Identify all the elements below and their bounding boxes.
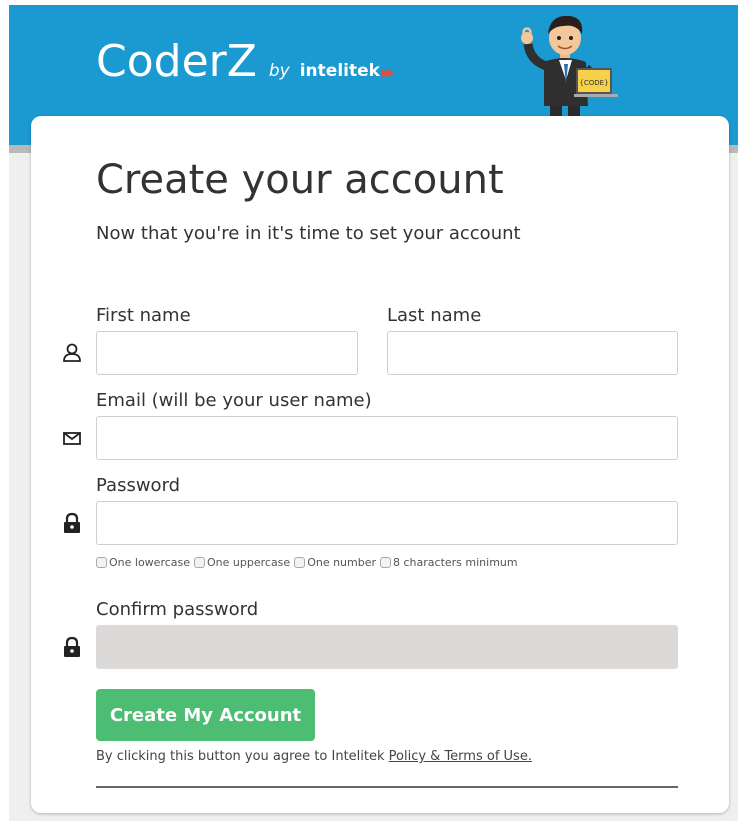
requirement-lowercase[interactable]: One lowercase: [96, 556, 190, 569]
requirement-uppercase[interactable]: One uppercase: [194, 556, 290, 569]
brand-logo: CoderZ by intelitek ▶▶: [96, 36, 395, 87]
requirement-number[interactable]: One number: [294, 556, 376, 569]
bottom-divider: [96, 786, 678, 788]
user-icon: [63, 343, 81, 362]
requirement-checkbox[interactable]: [96, 557, 107, 568]
confirm-password-label: Confirm password: [96, 599, 259, 620]
confirm-password-input[interactable]: [96, 625, 678, 669]
terms-link[interactable]: Policy & Terms of Use.: [389, 749, 532, 764]
requirement-checkbox[interactable]: [380, 557, 392, 568]
first-name-label: First name: [96, 305, 191, 326]
logo-coderz: CoderZ: [96, 36, 257, 87]
logo-intelitek: intelitek: [299, 61, 380, 81]
password-requirements: One lowercase One uppercase One number 8…: [96, 556, 522, 569]
page-title: Create your account: [96, 157, 504, 203]
requirement-label: One uppercase: [207, 556, 291, 569]
mascot-sign-text: {CODE}: [579, 79, 608, 87]
password-label: Password: [96, 475, 181, 496]
logo-arrows: ▶▶: [380, 66, 395, 79]
requirement-length[interactable]: 8 characters minimum: [380, 556, 518, 569]
logo-by: by: [268, 61, 290, 81]
last-name-label: Last name: [387, 305, 482, 326]
email-label: Email (will be your user name): [96, 390, 372, 411]
terms-text: By clicking this button you agree to Int…: [96, 749, 389, 764]
password-input[interactable]: [96, 501, 678, 545]
last-name-input[interactable]: [387, 331, 678, 375]
requirement-checkbox[interactable]: [194, 557, 206, 568]
email-input[interactable]: [96, 416, 678, 460]
create-account-button[interactable]: Create My Account: [96, 689, 315, 741]
lock-icon: [64, 636, 80, 657]
terms-notice: By clicking this button you agree to Int…: [96, 749, 532, 764]
requirement-label: 8 characters minimum: [393, 556, 518, 569]
envelope-icon: [63, 432, 81, 445]
page-subtitle: Now that you're in it's time to set your…: [96, 223, 521, 244]
requirement-label: One number: [307, 556, 377, 569]
first-name-input[interactable]: [96, 331, 358, 375]
requirement-label: One lowercase: [109, 556, 191, 569]
requirement-checkbox[interactable]: [294, 557, 306, 568]
lock-icon: [64, 512, 80, 533]
